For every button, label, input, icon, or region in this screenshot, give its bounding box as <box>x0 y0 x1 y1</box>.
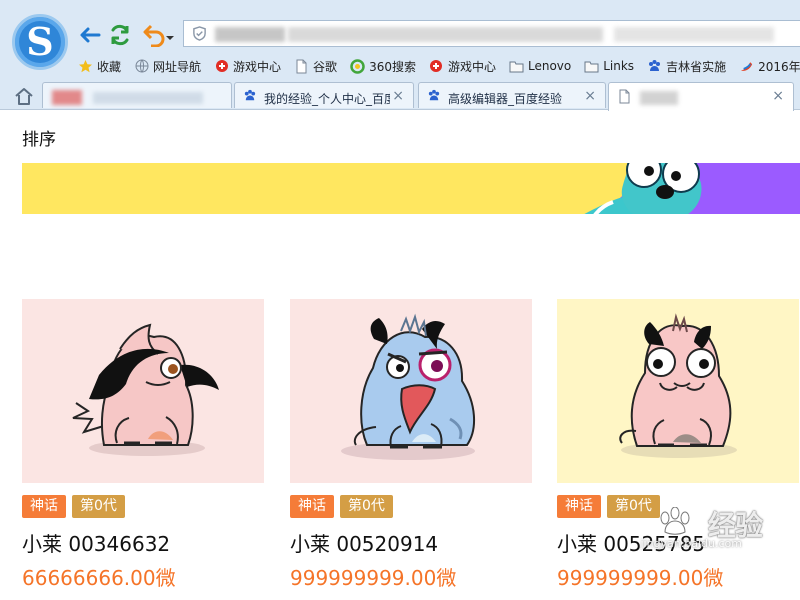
teal-dog-mascot-icon <box>584 163 702 214</box>
bookmarks-bar: 收藏 网址导航 游戏中心 谷歌 360搜索 游戏中心 Lenovo Links <box>78 55 800 77</box>
tab-blurred[interactable] <box>42 82 232 108</box>
pet-card[interactable]: 神话 第0代 小莱 00520914 999999999.00微 <box>290 299 532 599</box>
blurred-tab-title <box>640 91 678 105</box>
bookmark-label: Links <box>603 59 635 73</box>
game-icon <box>429 59 444 74</box>
bookmark-item[interactable]: 2016年吉林 <box>739 56 800 76</box>
bookmark-item[interactable]: Links <box>584 56 634 76</box>
bookmark-label: 游戏中心 <box>233 59 282 74</box>
pet-name: 小莱 00520914 <box>290 532 439 556</box>
refresh-icon <box>111 24 129 46</box>
blurred-url-segment <box>614 27 774 42</box>
address-bar[interactable] <box>183 20 800 47</box>
bookmark-label: 游戏中心 <box>447 59 496 74</box>
sogou-browser-logo[interactable]: S <box>12 14 68 70</box>
blue-angry-dog-image <box>290 299 532 483</box>
bookmark-label: 360搜索 <box>369 59 416 74</box>
search-360-icon <box>350 58 365 74</box>
pet-card[interactable]: 神话 第0代 小莱 00525785 999999999.00微 <box>557 299 799 599</box>
pet-tags: 神话 第0代 <box>22 495 125 518</box>
bookmark-item[interactable]: 收藏 <box>78 56 121 76</box>
promo-banner[interactable] <box>22 163 800 214</box>
pet-card[interactable]: 神话 第0代 小莱 00346632 66666666.00微 <box>22 299 264 599</box>
bookmark-label: 谷歌 <box>313 59 338 74</box>
shield-icon <box>193 26 206 41</box>
browser-logo-letter: S <box>26 19 54 64</box>
pirate-pink-dog-image <box>22 299 264 483</box>
baidu-paw-icon <box>427 89 441 103</box>
blurred-url-segment <box>215 27 285 42</box>
pet-tags: 神话 第0代 <box>557 495 660 518</box>
home-button[interactable] <box>12 86 36 107</box>
game-icon <box>214 59 229 74</box>
rarity-tag: 神话 <box>290 495 334 518</box>
home-icon <box>15 88 33 105</box>
baidu-paw-icon <box>243 89 257 103</box>
close-tab-icon[interactable]: × <box>584 88 596 104</box>
blurred-url-segment <box>288 27 603 42</box>
tab-label: 高级编辑器_百度经验 <box>448 92 563 106</box>
pet-price: 66666666.00微 <box>22 566 176 590</box>
bookmark-item[interactable]: Lenovo <box>509 56 571 76</box>
tab-label: 我的经验_个人中心_百度 <box>264 92 390 106</box>
bookmark-item[interactable]: 吉林省实施 <box>647 56 726 76</box>
bookmark-label: Lenovo <box>527 59 572 73</box>
rarity-tag: 神话 <box>22 495 66 518</box>
bookmark-label: 吉林省实施 <box>666 59 727 74</box>
pet-price: 999999999.00微 <box>290 566 457 590</box>
refresh-button[interactable] <box>108 23 132 47</box>
bookmark-label: 网址导航 <box>153 59 202 74</box>
bookmark-label: 收藏 <box>97 59 122 74</box>
undo-icon <box>143 24 174 47</box>
blurred-tab-icon <box>52 90 82 105</box>
browser-chrome: S 收藏 网址导航 游戏中心 谷歌 360搜索 游戏中心 Lenovo Link… <box>0 0 800 111</box>
pet-tags: 神话 第0代 <box>290 495 393 518</box>
baidu-paw-watermark-icon <box>660 507 690 535</box>
folder-icon <box>584 59 599 74</box>
bookmark-item[interactable]: 360搜索 <box>350 56 416 76</box>
pet-price: 999999999.00微 <box>557 566 724 590</box>
folder-icon <box>509 59 524 74</box>
sort-button[interactable]: 排序 <box>22 125 56 150</box>
undo-close-button[interactable] <box>141 23 175 47</box>
bookmark-label: 2016年吉林 <box>758 59 800 74</box>
star-icon <box>78 59 93 74</box>
tab-strip: 我的经验_个人中心_百度 × 高级编辑器_百度经验 × × <box>0 80 800 111</box>
tab-active[interactable]: × <box>608 82 794 111</box>
bookmark-item[interactable]: 谷歌 <box>294 56 337 76</box>
rarity-tag: 神话 <box>557 495 601 518</box>
bookmark-item[interactable]: 游戏中心 <box>214 56 281 76</box>
baidu-paw-icon <box>647 59 662 74</box>
generation-tag: 第0代 <box>607 495 660 518</box>
document-icon <box>294 59 309 74</box>
globe-icon <box>134 59 149 74</box>
tab-advanced-editor[interactable]: 高级编辑器_百度经验 × <box>418 82 606 108</box>
pink-big-eyed-dog-image <box>557 299 799 483</box>
pet-name: 小莱 00346632 <box>22 532 171 556</box>
bird-icon <box>739 59 754 74</box>
bookmark-item[interactable]: 网址导航 <box>134 56 201 76</box>
close-tab-icon[interactable]: × <box>392 88 404 104</box>
watermark-url: jingyan.baidu.com <box>640 537 742 550</box>
close-tab-icon[interactable]: × <box>772 88 784 104</box>
back-arrow-icon <box>80 27 101 43</box>
blurred-tab-title <box>93 92 203 104</box>
generation-tag: 第0代 <box>340 495 393 518</box>
generation-tag: 第0代 <box>72 495 125 518</box>
tab-my-experience[interactable]: 我的经验_个人中心_百度 × <box>234 82 414 108</box>
bookmark-item[interactable]: 游戏中心 <box>429 56 496 76</box>
document-icon <box>617 89 631 103</box>
back-button[interactable] <box>78 23 102 47</box>
